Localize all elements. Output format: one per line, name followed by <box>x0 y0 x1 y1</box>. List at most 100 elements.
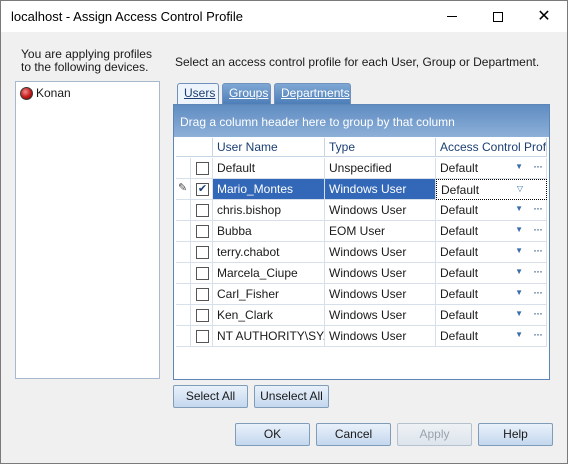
type-cell[interactable]: Windows User <box>325 263 436 284</box>
row-checkbox-cell <box>191 242 213 263</box>
minimize-button[interactable] <box>429 1 475 32</box>
table-row[interactable]: terry.chabot Windows User Default ▼ ··· <box>174 242 549 263</box>
row-indicator[interactable] <box>176 221 191 242</box>
row-checkbox[interactable] <box>196 330 209 343</box>
type-cell[interactable]: Windows User <box>325 305 436 326</box>
row-checkbox-cell: ✔ <box>191 179 213 200</box>
ok-button[interactable]: OK <box>235 423 310 446</box>
profile-dropdown[interactable]: Default ▼ ··· <box>436 200 547 221</box>
maximize-icon <box>493 11 503 22</box>
table-row[interactable]: Default Unspecified Default ▼ ··· <box>174 158 549 179</box>
profile-value: Default <box>440 161 479 175</box>
profile-dropdown[interactable]: Default ▼ ··· <box>436 263 547 284</box>
dropdown-arrow-icon[interactable]: ▼ <box>515 204 523 213</box>
ellipsis-button[interactable]: ··· <box>533 264 543 278</box>
title-bar[interactable]: localhost - Assign Access Control Profil… <box>1 1 567 32</box>
column-header-access-control-profile[interactable]: Access Control Profile <box>436 138 547 157</box>
tab-users[interactable]: Users <box>177 83 219 105</box>
user-name-cell[interactable]: chris.bishop <box>213 200 325 221</box>
row-indicator[interactable] <box>176 284 191 305</box>
table-row[interactable]: chris.bishop Windows User Default ▼ ··· <box>174 200 549 221</box>
user-name-cell[interactable]: terry.chabot <box>213 242 325 263</box>
dropdown-arrow-icon[interactable]: ▼ <box>515 225 523 234</box>
tab-groups[interactable]: Groups <box>222 83 271 104</box>
type-cell[interactable]: Windows User <box>325 242 436 263</box>
row-indicator[interactable] <box>176 158 191 179</box>
row-checkbox-cell <box>191 263 213 284</box>
device-list[interactable]: Konan <box>15 81 160 379</box>
row-checkbox[interactable] <box>196 288 209 301</box>
column-header-type[interactable]: Type <box>325 138 436 157</box>
ellipsis-button[interactable]: ··· <box>533 306 543 320</box>
dropdown-arrow-icon[interactable]: ▽ <box>517 184 523 193</box>
row-indicator[interactable] <box>176 305 191 326</box>
user-name-cell[interactable]: Mario_Montes <box>213 179 325 200</box>
dropdown-arrow-icon[interactable]: ▼ <box>515 330 523 339</box>
close-button[interactable]: ✕ <box>521 1 567 32</box>
type-cell[interactable]: EOM User <box>325 221 436 242</box>
select-all-button[interactable]: Select All <box>173 385 248 408</box>
table-row[interactable]: Ken_Clark Windows User Default ▼ ··· <box>174 305 549 326</box>
row-checkbox-cell <box>191 200 213 221</box>
cancel-button[interactable]: Cancel <box>316 423 391 446</box>
row-checkbox[interactable] <box>196 267 209 280</box>
type-cell[interactable]: Windows User <box>325 200 436 221</box>
dropdown-arrow-icon[interactable]: ▼ <box>515 162 523 171</box>
table-row[interactable]: NT AUTHORITY\SY... Windows User Default ▼ ··… <box>174 326 549 347</box>
row-checkbox[interactable] <box>196 225 209 238</box>
user-name-cell[interactable]: Bubba <box>213 221 325 242</box>
row-indicator[interactable] <box>176 242 191 263</box>
tab-departments[interactable]: Departments <box>274 83 351 104</box>
profile-dropdown[interactable]: Default ▼ ··· <box>436 221 547 242</box>
device-item[interactable]: Konan <box>20 86 71 100</box>
ellipsis-button[interactable]: ··· <box>533 222 543 236</box>
ellipsis-button[interactable]: ··· <box>533 327 543 341</box>
profile-dropdown[interactable]: Default ▼ ··· <box>436 158 547 179</box>
profile-dropdown[interactable]: Default ▼ ··· <box>436 326 547 347</box>
row-indicator[interactable] <box>176 263 191 284</box>
row-indicator[interactable] <box>176 326 191 347</box>
group-by-panel[interactable]: Drag a column header here to group by th… <box>174 105 549 137</box>
profile-value: Default <box>440 308 479 322</box>
type-cell[interactable]: Windows User <box>325 326 436 347</box>
row-checkbox[interactable] <box>196 204 209 217</box>
ellipsis-button[interactable]: ··· <box>533 159 543 173</box>
apply-button[interactable]: Apply <box>397 423 472 446</box>
user-name-cell[interactable]: NT AUTHORITY\SY... <box>213 326 325 347</box>
help-button[interactable]: Help <box>478 423 553 446</box>
dropdown-arrow-icon[interactable]: ▼ <box>515 309 523 318</box>
table-row[interactable]: Carl_Fisher Windows User Default ▼ ··· <box>174 284 549 305</box>
dropdown-arrow-icon[interactable]: ▼ <box>515 288 523 297</box>
column-header-user-name[interactable]: User Name <box>213 138 325 157</box>
ellipsis-button[interactable]: ··· <box>533 243 543 257</box>
unselect-all-button[interactable]: Unselect All <box>254 385 329 408</box>
profile-dropdown[interactable]: Default ▼ ··· <box>436 242 547 263</box>
row-checkbox[interactable] <box>196 309 209 322</box>
users-grid[interactable]: Drag a column header here to group by th… <box>173 104 550 380</box>
row-indicator[interactable]: ✎ <box>176 179 191 200</box>
type-cell[interactable]: Windows User <box>325 179 436 200</box>
row-checkbox[interactable] <box>196 246 209 259</box>
dropdown-arrow-icon[interactable]: ▼ <box>515 246 523 255</box>
ellipsis-button[interactable]: ··· <box>533 285 543 299</box>
user-name-cell[interactable]: Marcela_Ciupe <box>213 263 325 284</box>
type-cell[interactable]: Unspecified <box>325 158 436 179</box>
maximize-button[interactable] <box>475 1 521 32</box>
profile-dropdown[interactable]: Default ▽ <box>436 179 547 200</box>
row-checkbox[interactable] <box>196 162 209 175</box>
type-cell[interactable]: Windows User <box>325 284 436 305</box>
ellipsis-button[interactable]: ··· <box>533 201 543 215</box>
dropdown-arrow-icon[interactable]: ▼ <box>515 267 523 276</box>
user-name-cell[interactable]: Carl_Fisher <box>213 284 325 305</box>
table-row[interactable]: Bubba EOM User Default ▼ ··· <box>174 221 549 242</box>
table-row[interactable]: ✎ ✔ Mario_Montes Windows User Default ▽ <box>174 179 549 200</box>
table-row[interactable]: Marcela_Ciupe Windows User Default ▼ ··· <box>174 263 549 284</box>
user-name-cell[interactable]: Default <box>213 158 325 179</box>
profile-dropdown[interactable]: Default ▼ ··· <box>436 305 547 326</box>
row-checkbox-cell <box>191 158 213 179</box>
profile-value: Default <box>440 287 479 301</box>
profile-dropdown[interactable]: Default ▼ ··· <box>436 284 547 305</box>
row-indicator[interactable] <box>176 200 191 221</box>
row-checkbox[interactable]: ✔ <box>196 183 209 196</box>
user-name-cell[interactable]: Ken_Clark <box>213 305 325 326</box>
